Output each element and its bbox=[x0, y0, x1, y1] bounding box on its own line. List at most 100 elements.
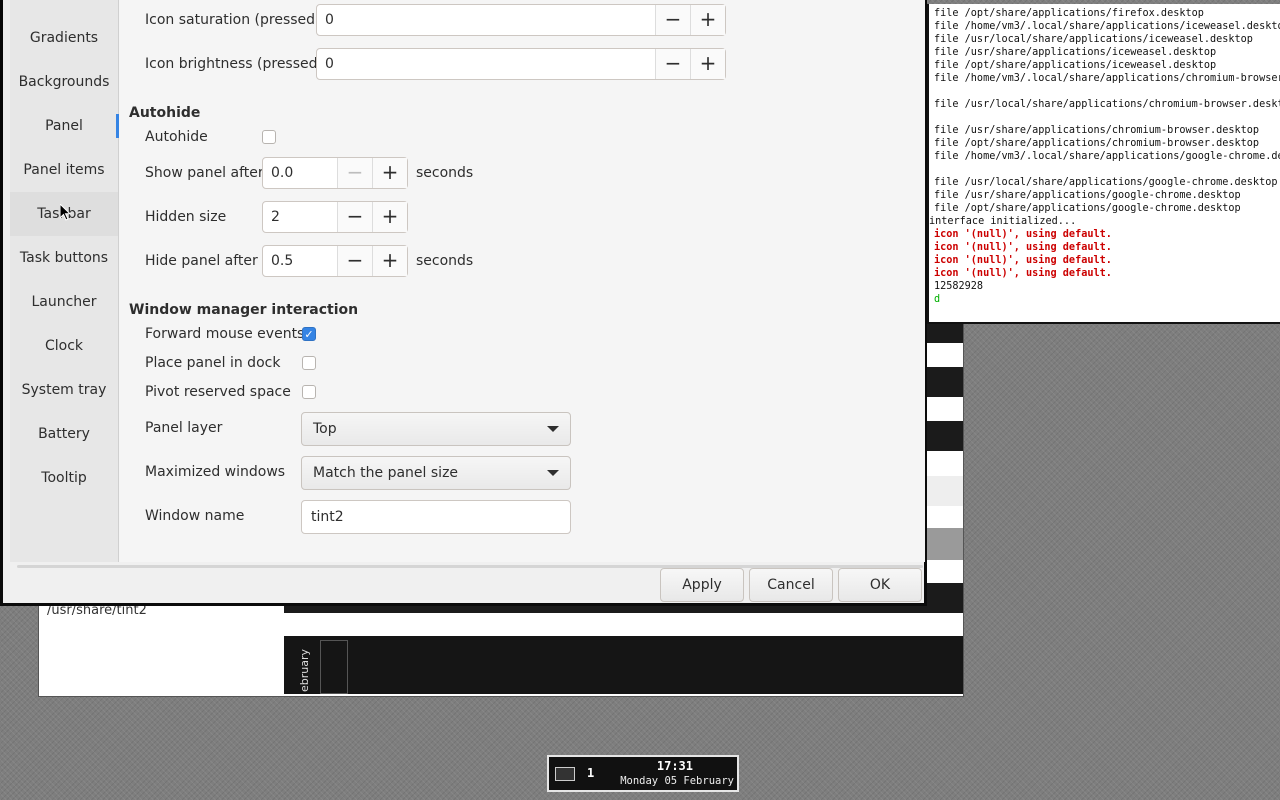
spinner-value[interactable]: 0.5 bbox=[271, 246, 293, 276]
place-panel-in-dock-checkbox[interactable] bbox=[302, 356, 316, 370]
hide-panel-after-label: Hide panel after bbox=[145, 253, 258, 269]
sidebar-item-backgrounds[interactable]: Backgrounds bbox=[10, 60, 118, 104]
settings-sidebar: Gradients Backgrounds Panel Panel items Task… bbox=[10, 0, 119, 562]
hidden-size-spinner[interactable]: 2 − + bbox=[262, 201, 408, 233]
terminal-line: icon '(null)', using default. bbox=[934, 229, 1112, 240]
decrement-icon[interactable]: − bbox=[655, 49, 690, 79]
terminal-line: icon '(null)', using default. bbox=[934, 255, 1112, 266]
terminal-line: file /home/vm3/.local/share/applications… bbox=[934, 151, 1280, 162]
increment-icon[interactable]: + bbox=[372, 202, 407, 232]
theme-preview-strip[interactable] bbox=[927, 528, 963, 560]
seconds-unit-label: seconds bbox=[416, 253, 474, 269]
show-panel-after-spinner[interactable]: 0.0 − + bbox=[262, 157, 408, 189]
terminal-line: d bbox=[934, 294, 941, 305]
sidebar-item-label: Launcher bbox=[31, 294, 97, 310]
window-name-field[interactable]: tint2 bbox=[301, 500, 571, 534]
panel-settings-dialog: Gradients Backgrounds Panel Panel items Task… bbox=[0, 0, 927, 606]
terminal-line: file /home/vm3/.local/share/applications… bbox=[934, 21, 1280, 32]
icon-saturation-pressed-spinner[interactable]: 0 − + bbox=[316, 4, 726, 36]
dropdown-arrow-icon bbox=[547, 470, 559, 476]
terminal-line: file /opt/share/applications/google-chro… bbox=[934, 203, 1241, 214]
sidebar-item-task-buttons[interactable]: Task buttons bbox=[10, 236, 118, 280]
mouse-cursor-icon bbox=[60, 204, 72, 221]
sidebar-item-label: Panel items bbox=[23, 162, 105, 178]
terminal-line: file /usr/share/applications/chromium-br… bbox=[934, 125, 1260, 136]
sidebar-item-label: Tooltip bbox=[41, 470, 87, 486]
terminal-line: file /usr/local/share/applications/icewe… bbox=[934, 34, 1253, 45]
sidebar-item-launcher[interactable]: Launcher bbox=[10, 280, 118, 324]
sidebar-item-clock[interactable]: Clock bbox=[10, 324, 118, 368]
cancel-button[interactable]: Cancel bbox=[749, 568, 833, 602]
increment-icon[interactable]: + bbox=[372, 158, 407, 188]
icon-brightness-pressed-spinner[interactable]: 0 − + bbox=[316, 48, 726, 80]
panel-layer-label: Panel layer bbox=[145, 420, 223, 436]
terminal-window[interactable]: file /opt/share/applications/firefox.des… bbox=[927, 4, 1280, 324]
theme-preview-strip[interactable] bbox=[927, 476, 963, 506]
terminal-line: 12582928 bbox=[934, 281, 984, 292]
icon-saturation-pressed-label: Icon saturation (pressed) bbox=[145, 12, 321, 28]
panel-layer-dropdown[interactable]: Top bbox=[301, 412, 571, 446]
sidebar-item-label: Task buttons bbox=[19, 250, 109, 266]
clock-date[interactable]: Monday 05 February bbox=[620, 775, 734, 787]
sidebar-item-system-tray[interactable]: System tray bbox=[10, 368, 118, 412]
forward-mouse-events-label: Forward mouse events bbox=[145, 326, 305, 342]
apply-button[interactable]: Apply bbox=[660, 568, 744, 602]
terminal-line: file /opt/share/applications/iceweasel.d… bbox=[934, 60, 1217, 71]
sidebar-item-panel[interactable]: Panel bbox=[10, 104, 119, 148]
terminal-line: icon '(null)', using default. bbox=[934, 268, 1112, 279]
pivot-reserved-space-checkbox[interactable] bbox=[302, 385, 316, 399]
spinner-value[interactable]: 0 bbox=[325, 49, 334, 79]
increment-icon[interactable]: + bbox=[372, 246, 407, 276]
sidebar-item-label: Backgrounds bbox=[18, 74, 110, 90]
spinner-value[interactable]: 0 bbox=[325, 5, 334, 35]
increment-icon[interactable]: + bbox=[690, 49, 725, 79]
maximized-windows-dropdown[interactable]: Match the panel size bbox=[301, 456, 571, 490]
seconds-unit-label: seconds bbox=[416, 165, 474, 181]
terminal-line: file /opt/share/applications/firefox.des… bbox=[934, 8, 1204, 19]
sidebar-item-label: Panel bbox=[45, 118, 83, 134]
sidebar-item-gradients[interactable]: Gradients bbox=[10, 16, 118, 60]
spinner-value[interactable]: 2 bbox=[271, 202, 280, 232]
decrement-icon[interactable]: − bbox=[337, 202, 372, 232]
decrement-icon[interactable]: − bbox=[337, 246, 372, 276]
forward-mouse-events-checkbox[interactable]: ✓ bbox=[302, 327, 316, 341]
window-name-label: Window name bbox=[145, 508, 245, 524]
increment-icon[interactable]: + bbox=[690, 5, 725, 35]
ok-button[interactable]: OK bbox=[838, 568, 922, 602]
panel-preview[interactable]: ebruary bbox=[284, 636, 963, 694]
spinner-value[interactable]: 0.0 bbox=[271, 158, 293, 188]
icon-brightness-pressed-label: Icon brightness (pressed) bbox=[145, 56, 323, 72]
dropdown-arrow-icon bbox=[547, 426, 559, 432]
place-panel-in-dock-label: Place panel in dock bbox=[145, 355, 281, 371]
window-name-value[interactable]: tint2 bbox=[311, 501, 344, 533]
workspace-number[interactable]: 1 bbox=[587, 766, 594, 780]
terminal-line: file /opt/share/applications/chromium-br… bbox=[934, 138, 1260, 149]
terminal-line: file /usr/share/applications/google-chro… bbox=[934, 190, 1241, 201]
autohide-checkbox[interactable] bbox=[262, 130, 276, 144]
sidebar-item-panel-items[interactable]: Panel items bbox=[10, 148, 118, 192]
dropdown-value: Match the panel size bbox=[313, 465, 459, 481]
decrement-icon[interactable]: − bbox=[655, 5, 690, 35]
settings-content: Icon saturation (pressed) 0 − + Icon bri… bbox=[119, 0, 925, 562]
decrement-icon[interactable]: − bbox=[337, 158, 372, 188]
taskbar-app-icon[interactable] bbox=[555, 767, 575, 781]
terminal-line: interface initialized... bbox=[929, 216, 1077, 227]
sidebar-item-label: System tray bbox=[21, 382, 107, 398]
wm-interaction-section-title: Window manager interaction bbox=[129, 302, 359, 318]
clock-time[interactable]: 17:31 bbox=[657, 759, 693, 773]
hidden-size-label: Hidden size bbox=[145, 209, 227, 225]
terminal-line: file /usr/local/share/applications/chrom… bbox=[934, 99, 1280, 110]
maximized-windows-label: Maximized windows bbox=[145, 464, 286, 480]
hide-panel-after-spinner[interactable]: 0.5 − + bbox=[262, 245, 408, 277]
show-panel-after-label: Show panel after bbox=[145, 165, 264, 181]
sidebar-item-tooltip[interactable]: Tooltip bbox=[10, 456, 118, 500]
panel-preview-task bbox=[320, 640, 348, 694]
terminal-line: icon '(null)', using default. bbox=[934, 242, 1112, 253]
panel-preview-date: ebruary bbox=[298, 648, 311, 692]
sidebar-item-label: Clock bbox=[44, 338, 84, 354]
sidebar-item-label: Gradients bbox=[29, 30, 99, 46]
sidebar-item-battery[interactable]: Battery bbox=[10, 412, 118, 456]
terminal-line: file /home/vm3/.local/share/applications… bbox=[934, 73, 1280, 84]
